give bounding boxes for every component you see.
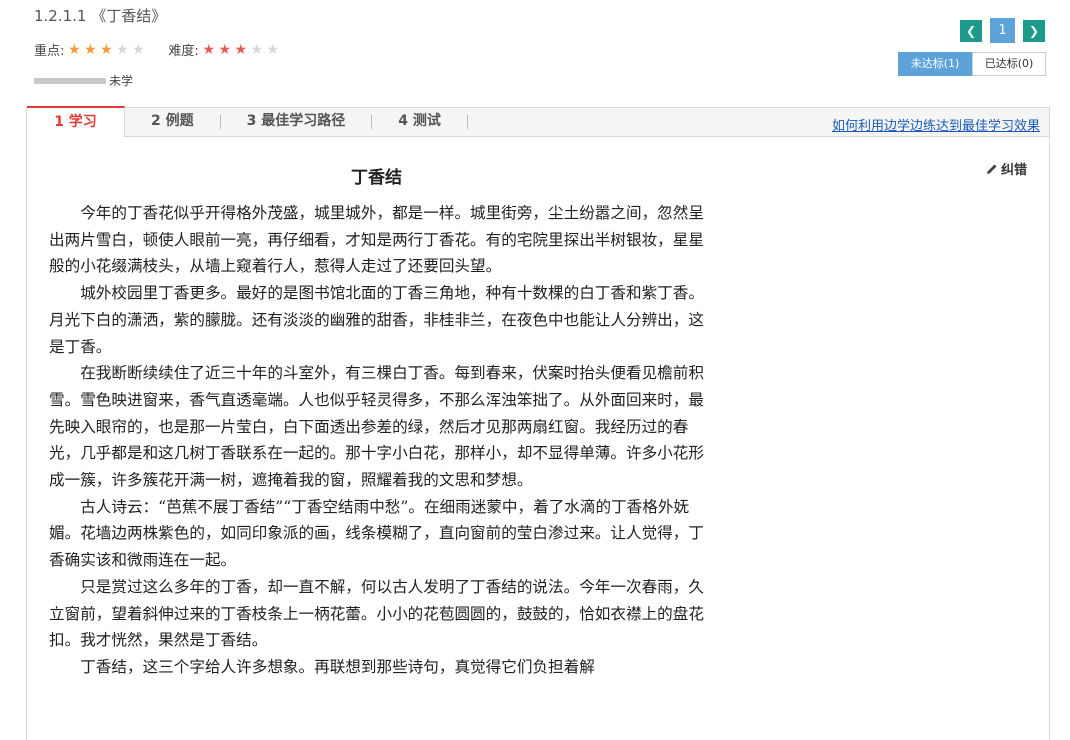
importance-stars: ★ ★ ★ ★ ★ — [66, 42, 146, 58]
article-paragraph: 在我断断续续住了近三十年的斗室外，有三棵白丁香。每到春来，伏案时抬头便看见檐前积… — [49, 364, 704, 490]
star-icon: ★ — [116, 41, 129, 58]
chevron-left-icon[interactable]: ❮ — [960, 20, 982, 42]
star-icon: ★ — [84, 41, 97, 58]
page-number-button[interactable]: 1 — [990, 18, 1015, 43]
article-body: 今年的丁香花似乎开得格外茂盛，城里城外，都是一样。城里街旁，尘土纷嚣之间，忽然呈… — [49, 200, 711, 681]
star-icon: ★ — [202, 41, 216, 58]
help-link[interactable]: 如何利用边学边练达到最佳学习效果 — [832, 115, 1040, 134]
star-icon: ★ — [218, 41, 232, 58]
star-icon: ★ — [266, 41, 280, 58]
importance-label: 重点: — [34, 44, 65, 59]
tab-study[interactable]: 1 学习 — [27, 105, 125, 137]
star-icon: ★ — [132, 41, 145, 58]
tab-best-path[interactable]: 3 最佳学习路径 — [221, 107, 372, 137]
pager: ❮ 1 ❯ — [960, 18, 1045, 43]
tab-test[interactable]: 4 测试 — [372, 107, 467, 137]
progress-bar — [34, 77, 106, 84]
tab-divider — [466, 115, 468, 129]
tab-examples[interactable]: 2 例题 — [125, 107, 220, 137]
star-icon: ★ — [234, 41, 248, 58]
ratings: 重点: ★ ★ ★ ★ ★ 难度: ★ ★ ★ ★ ★ — [34, 40, 303, 60]
article-paragraph: 城外校园里丁香更多。最好的是图书馆北面的丁香三角地，种有十数棵的白丁香和紫丁香。… — [49, 284, 704, 356]
learning-progress: 未学 — [34, 72, 133, 89]
chevron-right-icon[interactable]: ❯ — [1023, 20, 1045, 42]
article-paragraph: 今年的丁香花似乎开得格外茂盛，城里城外，都是一样。城里街旁，尘土纷嚣之间，忽然呈… — [49, 204, 704, 276]
article-title: 丁香结 — [351, 168, 402, 188]
star-icon: ★ — [250, 41, 264, 58]
report-error-label: 纠错 — [1000, 163, 1027, 178]
lesson-title: 1.2.1.1 《丁香结》 — [34, 7, 167, 25]
difficulty-label: 难度: — [168, 44, 199, 59]
pencil-icon — [986, 164, 997, 174]
star-icon: ★ — [100, 41, 113, 58]
article-paragraph: 只是赏过这么多年的丁香，却一直不解，何以古人发明了丁香结的说法。今年一次春雨，久… — [49, 577, 704, 650]
difficulty-rating: 难度: ★ ★ ★ ★ ★ — [168, 40, 281, 60]
difficulty-stars: ★ ★ ★ ★ ★ — [201, 42, 281, 58]
article-panel: 丁香结 纠错 今年的丁香花似乎开得格外茂盛，城里城外，都是一样。城里街旁，尘土纷… — [26, 137, 1050, 740]
article-paragraph: 丁香结，这三个字给人许多想象。再联想到那些诗句，真觉得它们负担着解 — [80, 657, 595, 676]
importance-rating: 重点: ★ ★ ★ ★ ★ — [34, 40, 146, 60]
met-tab[interactable]: 已达标(0) — [972, 52, 1046, 76]
status-tabs: 未达标(1) 已达标(0) — [898, 52, 1046, 76]
report-error-button[interactable]: 纠错 — [986, 159, 1027, 178]
article-paragraph: 古人诗云：“芭蕉不展丁香结”“丁香空结雨中愁”。在细雨迷蒙中，着了水滴的丁香格外… — [49, 497, 704, 570]
progress-status: 未学 — [109, 74, 134, 88]
star-icon: ★ — [68, 41, 81, 58]
unmet-tab[interactable]: 未达标(1) — [898, 52, 972, 76]
content-tabbar: 1 学习 2 例题 3 最佳学习路径 4 测试 如何利用边学边练达到最佳学习效果 — [26, 105, 1050, 137]
